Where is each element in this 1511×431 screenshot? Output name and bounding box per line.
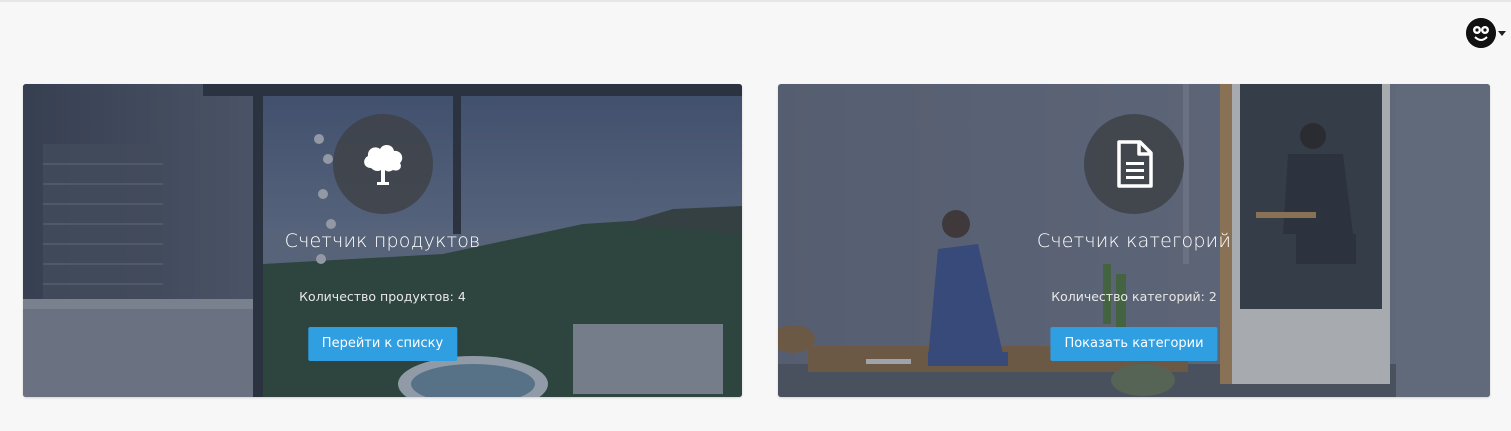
tree-icon-circle <box>332 114 433 214</box>
top-border <box>0 0 1511 2</box>
categories-counter-card: Счетчик категорий Количество категорий: … <box>778 84 1490 397</box>
user-avatar-icon[interactable] <box>1466 18 1496 48</box>
go-to-list-button[interactable]: Перейти к списку <box>307 327 458 361</box>
card-content: Счетчик категорий Количество категорий: … <box>778 84 1490 397</box>
document-icon-circle <box>1084 114 1184 214</box>
product-count: Количество продуктов: 4 <box>299 289 466 304</box>
document-icon <box>1117 140 1153 188</box>
card-content: Счетчик продуктов Количество продуктов: … <box>23 84 742 397</box>
products-counter-card: Счетчик продуктов Количество продуктов: … <box>23 84 742 397</box>
card-title: Счетчик продуктов <box>284 230 481 252</box>
category-count: Количество категорий: 2 <box>1051 289 1217 304</box>
card-title: Счетчик категорий <box>1036 230 1232 252</box>
caret-down-icon[interactable] <box>1498 30 1506 36</box>
user-menu[interactable] <box>1466 17 1506 49</box>
tree-icon <box>363 145 402 185</box>
show-categories-button[interactable]: Показать категории <box>1050 327 1218 361</box>
